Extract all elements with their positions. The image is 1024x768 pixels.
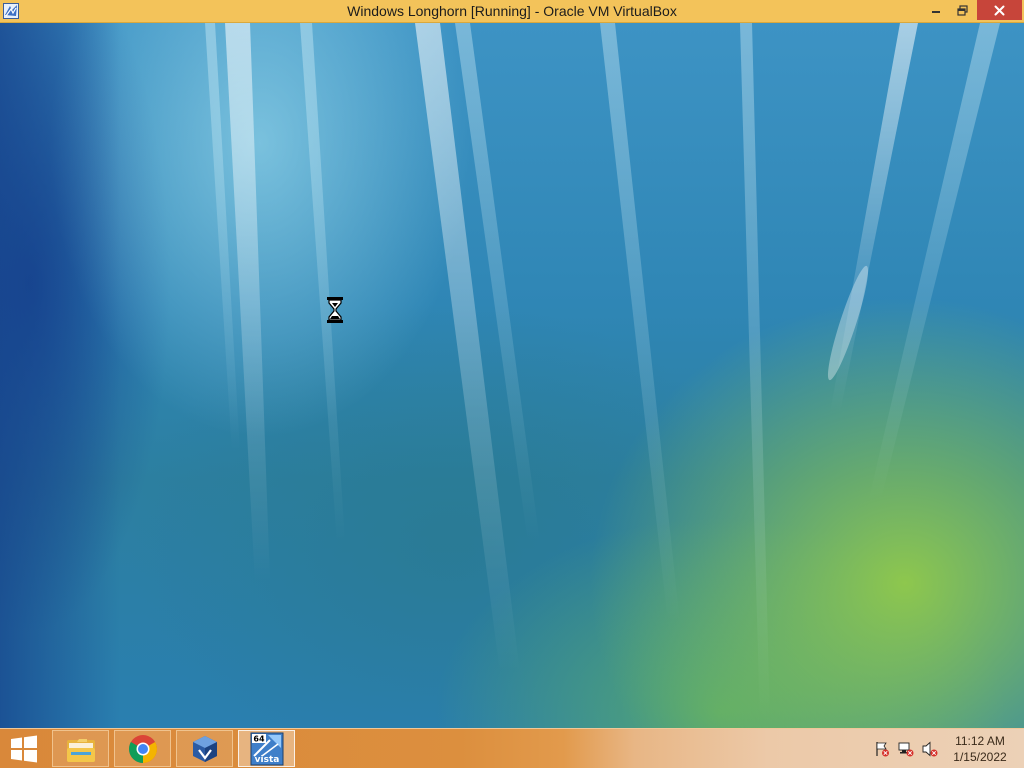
flag-icon[interactable] bbox=[874, 741, 890, 757]
clock-time: 11:12 AM bbox=[955, 734, 1005, 748]
start-button[interactable] bbox=[0, 729, 48, 768]
aurora-wallpaper bbox=[0, 23, 1000, 728]
chrome-icon bbox=[128, 734, 157, 763]
vista-64-icon: 64 vista bbox=[250, 732, 283, 765]
window-title: Windows Longhorn [Running] - Oracle VM V… bbox=[347, 3, 677, 19]
close-icon bbox=[994, 5, 1005, 15]
vm-screen: Windows Longhorn [Running] - Oracle VM V… bbox=[0, 0, 1024, 768]
taskbar: 64 vista 11:12 AM 1/15/2022 bbox=[0, 728, 1024, 768]
taskbar-clock[interactable]: 11:12 AM 1/15/2022 bbox=[946, 733, 1014, 765]
taskbar-virtualbox[interactable] bbox=[176, 730, 233, 767]
window-titlebar[interactable]: Windows Longhorn [Running] - Oracle VM V… bbox=[0, 0, 1024, 23]
folder-icon bbox=[66, 738, 95, 762]
windows-logo-icon bbox=[11, 735, 37, 762]
volume-muted-icon[interactable] bbox=[922, 741, 938, 757]
minimize-button[interactable] bbox=[923, 0, 949, 20]
vista-label: vista bbox=[254, 755, 279, 765]
clock-date: 1/15/2022 bbox=[953, 750, 1007, 764]
taskbar-windows-vista-vm[interactable]: 64 vista bbox=[238, 730, 295, 767]
network-icon[interactable] bbox=[898, 741, 914, 757]
taskbar-google-chrome[interactable] bbox=[114, 730, 171, 767]
vista-badge: 64 bbox=[253, 734, 265, 743]
restore-button[interactable] bbox=[949, 0, 975, 20]
restore-icon bbox=[956, 4, 968, 16]
minimize-icon bbox=[932, 11, 940, 13]
hourglass-cursor-icon bbox=[327, 297, 343, 323]
virtualbox-icon bbox=[192, 735, 217, 762]
desktop-wallpaper[interactable] bbox=[0, 23, 1024, 728]
close-button[interactable] bbox=[977, 0, 1022, 20]
taskbar-file-explorer[interactable] bbox=[52, 730, 109, 767]
